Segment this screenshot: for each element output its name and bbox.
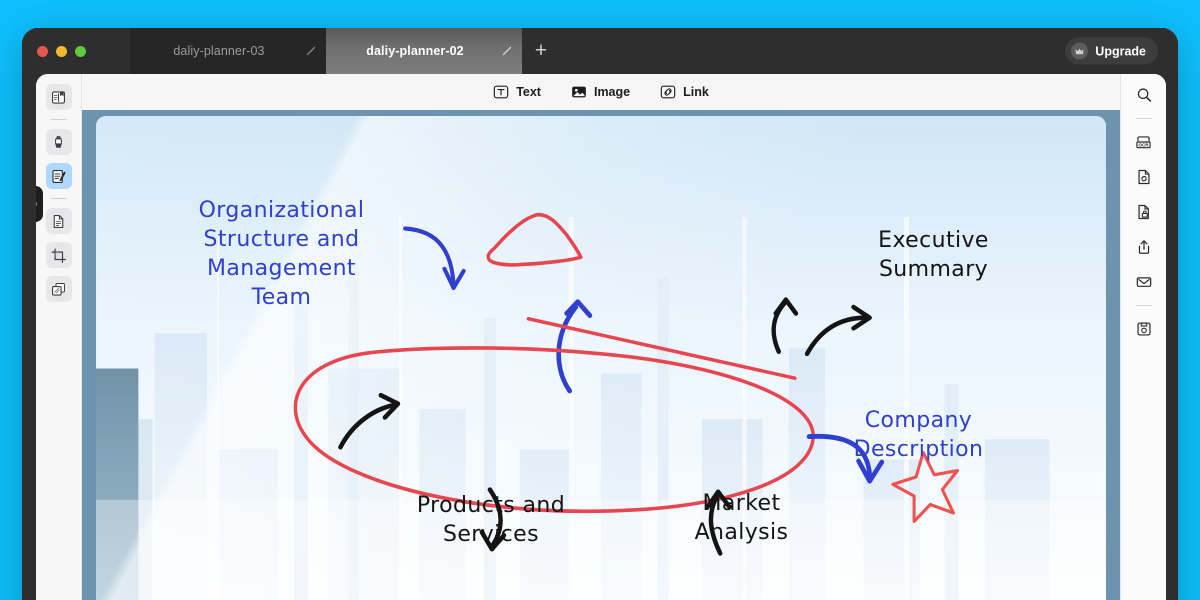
rail-divider bbox=[50, 198, 67, 199]
rail-divider bbox=[50, 119, 67, 120]
link-icon bbox=[660, 84, 676, 100]
crown-icon bbox=[1071, 42, 1089, 60]
reader-mode-icon[interactable] bbox=[45, 84, 72, 110]
share-icon[interactable] bbox=[1131, 234, 1157, 260]
document-page[interactable]: Organizational Structure and Management … bbox=[96, 116, 1106, 600]
image-tool-label: Image bbox=[593, 85, 631, 99]
search-icon[interactable] bbox=[1131, 82, 1157, 108]
blue-arrow-to-triangle bbox=[556, 299, 593, 394]
app-window: daliy-planner-03 daliy-planner-02 + Upgr… bbox=[22, 28, 1178, 600]
red-triangle bbox=[486, 212, 583, 267]
annotation-executive-summary[interactable]: Executive Summary bbox=[856, 226, 1011, 284]
tab-daliy-planner-03[interactable]: daliy-planner-03 bbox=[130, 28, 326, 74]
new-tab-button[interactable]: + bbox=[522, 28, 560, 74]
save-icon[interactable] bbox=[1131, 316, 1157, 342]
pencil-icon[interactable] bbox=[498, 42, 516, 60]
annotation-company-description[interactable]: Company Description bbox=[836, 406, 1001, 464]
black-arrow-to-ellipse bbox=[338, 392, 401, 450]
page-copy-icon[interactable] bbox=[45, 208, 72, 234]
editor-area: Text Image Link Organizational Structure… bbox=[82, 74, 1120, 600]
close-window-button[interactable] bbox=[37, 45, 48, 57]
svg-text:OCR: OCR bbox=[1139, 142, 1150, 147]
maximize-window-button[interactable] bbox=[75, 45, 86, 57]
traffic-lights bbox=[22, 45, 130, 57]
red-strikethrough-line bbox=[526, 317, 797, 380]
title-bar: daliy-planner-03 daliy-planner-02 + Upgr… bbox=[22, 28, 1178, 74]
mail-icon[interactable] bbox=[1131, 269, 1157, 295]
app-body: Text Image Link Organizational Structure… bbox=[36, 74, 1166, 600]
annotation-organizational-structure[interactable]: Organizational Structure and Management … bbox=[174, 196, 389, 312]
right-toolbar: OCR bbox=[1120, 74, 1166, 600]
annotate-icon[interactable] bbox=[45, 163, 72, 189]
link-tool-button[interactable]: Link bbox=[660, 84, 709, 100]
upgrade-button[interactable]: Upgrade bbox=[1065, 37, 1158, 65]
protect-document-icon[interactable] bbox=[1131, 199, 1157, 225]
image-tool-button[interactable]: Image bbox=[571, 84, 630, 100]
rail-divider bbox=[1135, 118, 1152, 119]
annotation-products-and-services[interactable]: Products and Services bbox=[396, 491, 586, 549]
edit-toolbar: Text Image Link bbox=[82, 74, 1120, 110]
layers-icon[interactable] bbox=[45, 276, 72, 302]
screen: daliy-planner-03 daliy-planner-02 + Upgr… bbox=[0, 0, 1200, 600]
annotation-ink-layer: Organizational Structure and Management … bbox=[96, 116, 1106, 600]
tab-daliy-planner-02[interactable]: daliy-planner-02 bbox=[326, 28, 522, 74]
tab-strip: daliy-planner-03 daliy-planner-02 + bbox=[130, 28, 560, 74]
black-arrow-to-executive bbox=[804, 304, 872, 357]
link-tool-label: Link bbox=[683, 85, 709, 99]
annotation-market-analysis[interactable]: Market Analysis bbox=[674, 489, 809, 547]
left-toolbar bbox=[36, 74, 82, 600]
image-icon bbox=[571, 84, 587, 100]
blue-arrow-from-organizational bbox=[403, 226, 466, 291]
highlighter-icon[interactable] bbox=[45, 129, 72, 155]
panel-drag-handle[interactable] bbox=[36, 186, 43, 222]
red-ellipse bbox=[293, 346, 815, 514]
black-arrow-up-left bbox=[771, 297, 799, 354]
ocr-icon[interactable]: OCR bbox=[1131, 129, 1157, 155]
rail-divider bbox=[1135, 305, 1152, 306]
canvas-viewport[interactable]: Organizational Structure and Management … bbox=[82, 110, 1120, 600]
text-box-icon bbox=[493, 84, 509, 100]
pencil-icon[interactable] bbox=[302, 42, 320, 60]
tab-label: daliy-planner-02 bbox=[366, 44, 464, 58]
tab-label: daliy-planner-03 bbox=[173, 44, 265, 58]
text-tool-button[interactable]: Text bbox=[493, 84, 541, 100]
crop-page-icon[interactable] bbox=[45, 242, 72, 268]
minimize-window-button[interactable] bbox=[56, 45, 67, 57]
text-tool-label: Text bbox=[516, 85, 541, 99]
upgrade-label: Upgrade bbox=[1095, 44, 1146, 58]
convert-document-icon[interactable] bbox=[1131, 164, 1157, 190]
